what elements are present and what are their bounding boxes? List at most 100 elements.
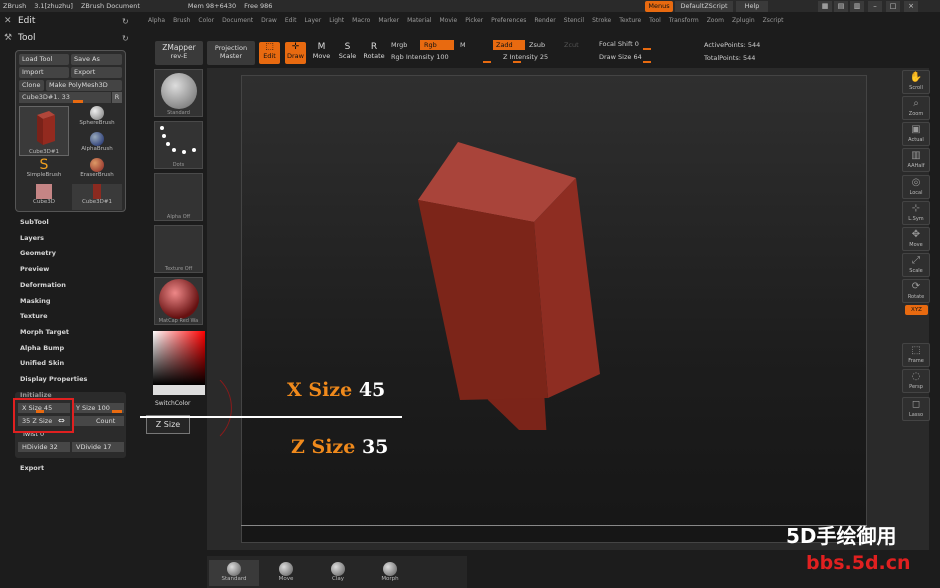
zadd-button[interactable]: Zadd — [493, 40, 525, 50]
color-picker[interactable] — [153, 331, 205, 385]
menu-item-zscript[interactable]: Zscript — [763, 17, 784, 24]
scale-mode-button[interactable]: S Scale — [337, 42, 358, 64]
right-tool-lasso[interactable]: ◻ Lasso — [902, 397, 930, 421]
matcap-material[interactable]: MatCap Red Wa — [154, 277, 203, 325]
zmapper-button[interactable]: ZMapper rev-E — [155, 41, 203, 65]
brush-standard[interactable]: Standard — [209, 560, 259, 586]
right-tool-local[interactable]: ◎ Local — [902, 175, 930, 199]
menu-item-stencil[interactable]: Stencil — [564, 17, 584, 24]
tool-thumb-cube-copy[interactable]: Cube3D#1 — [72, 184, 122, 210]
subpalette-geometry[interactable]: Geometry — [20, 249, 56, 257]
brush-morph[interactable]: Morph — [365, 560, 415, 586]
rgb-button[interactable]: Rgb — [420, 40, 454, 50]
mrgb-button[interactable]: Mrgb — [391, 41, 407, 49]
help-button[interactable]: Help — [736, 1, 768, 12]
rotate-mode-button[interactable]: R Rotate — [363, 42, 385, 64]
tool-thumb-current[interactable]: Cube3D#1 — [19, 106, 69, 156]
layout-icon[interactable]: ▦ — [818, 1, 832, 12]
menu-item-transform[interactable]: Transform — [669, 17, 699, 24]
menu-item-marker[interactable]: Marker — [378, 17, 399, 24]
subpalette-morph-target[interactable]: Morph Target — [20, 328, 69, 336]
make-polymesh-button[interactable]: Make PolyMesh3D — [46, 80, 122, 91]
layout3-icon[interactable]: ▥ — [850, 1, 864, 12]
subpalette-deformation[interactable]: Deformation — [20, 281, 66, 289]
menu-item-alpha[interactable]: Alpha — [148, 17, 165, 24]
brush-clay[interactable]: Clay — [313, 560, 363, 586]
default-zscript-button[interactable]: DefaultZScript — [675, 1, 733, 12]
tool-thumb-sphere[interactable]: SphereBrush — [72, 106, 122, 130]
texture-off-slot[interactable]: Texture Off — [154, 225, 203, 273]
menu-item-zoom[interactable]: Zoom — [707, 17, 724, 24]
subpalette-subtool[interactable]: SubTool — [20, 218, 49, 226]
subpalette-texture[interactable]: Texture — [20, 312, 48, 320]
palette-pin-icon[interactable]: ↻ — [122, 34, 129, 43]
material-standard[interactable]: Standard — [154, 69, 203, 117]
subpalette-preview[interactable]: Preview — [20, 265, 49, 273]
right-tool-move[interactable]: ✥ Move — [902, 227, 930, 251]
stroke-dots[interactable]: Dots — [154, 121, 203, 169]
alpha-off-slot[interactable]: Alpha Off — [154, 173, 203, 221]
subpalette-masking[interactable]: Masking — [20, 297, 51, 305]
minimize-icon[interactable]: – — [868, 1, 882, 12]
tool-thumb-eraser[interactable]: EraserBrush — [72, 158, 122, 182]
right-tool-rotate[interactable]: ⟳ Rotate — [902, 279, 930, 303]
cube-model[interactable] — [400, 130, 610, 430]
slider-knob[interactable] — [483, 61, 491, 63]
r-button[interactable]: R — [112, 92, 122, 103]
import-button[interactable]: Import — [19, 67, 69, 78]
menu-item-light[interactable]: Light — [329, 17, 344, 24]
menu-item-picker[interactable]: Picker — [465, 17, 483, 24]
edit-palette-header[interactable]: ✕ Edit ↻ — [4, 16, 129, 26]
menu-item-draw[interactable]: Draw — [261, 17, 277, 24]
right-tool-zoom[interactable]: ⌕ Zoom — [902, 96, 930, 120]
edit-mode-button[interactable]: ⬚ Edit — [259, 42, 280, 64]
tool-thumb-alpha[interactable]: AlphaBrush — [72, 132, 122, 156]
menu-item-macro[interactable]: Macro — [352, 17, 370, 24]
maximize-icon[interactable]: □ — [886, 1, 900, 12]
tool-thumb-simple[interactable]: S SimpleBrush — [19, 158, 69, 182]
hdivide-slider[interactable]: HDivide 32 — [18, 442, 70, 452]
slider-knob[interactable] — [643, 61, 651, 63]
load-tool-button[interactable]: Load Tool — [19, 54, 69, 65]
projection-master-button[interactable]: Projection Master — [207, 41, 255, 65]
slider-knob[interactable] — [513, 61, 521, 63]
slider-knob[interactable] — [643, 48, 651, 50]
tool-palette-header[interactable]: ⚒ Tool ↻ — [4, 33, 129, 43]
subpalette-layers[interactable]: Layers — [20, 234, 44, 242]
menu-item-render[interactable]: Render — [534, 17, 555, 24]
subpalette-unified-skin[interactable]: Unified Skin — [20, 359, 64, 367]
right-tool-scale[interactable]: ⤢ Scale — [902, 253, 930, 277]
export-subpalette[interactable]: Export — [20, 464, 44, 472]
right-tool-aahalf[interactable]: ▥ AAHalf — [902, 148, 930, 172]
draw-size-slider[interactable]: Draw Size 64 — [599, 53, 691, 63]
menu-item-movie[interactable]: Movie — [439, 17, 457, 24]
menu-item-stroke[interactable]: Stroke — [592, 17, 611, 24]
menu-item-preferences[interactable]: Preferences — [491, 17, 526, 24]
menu-item-texture[interactable]: Texture — [619, 17, 641, 24]
right-tool-frame[interactable]: ⬚ Frame — [902, 343, 930, 367]
menu-item-edit[interactable]: Edit — [285, 17, 297, 24]
export-button[interactable]: Export — [71, 67, 122, 78]
right-tool-actual[interactable]: ▣ Actual — [902, 122, 930, 146]
menu-item-material[interactable]: Material — [407, 17, 431, 24]
right-tool-scroll[interactable]: ✋ Scroll — [902, 70, 930, 94]
rgb-intensity-slider[interactable]: Rgb Intensity 100 — [391, 53, 491, 63]
move-mode-button[interactable]: M Move — [311, 42, 332, 64]
count-slider[interactable]: Count — [72, 416, 124, 426]
right-tool-lsym[interactable]: ⊹ L.Sym — [902, 201, 930, 225]
tool-thumb-cube[interactable]: Cube3D — [19, 184, 69, 210]
m-button[interactable]: M — [460, 41, 466, 49]
right-tool-persp[interactable]: ◌ Persp — [902, 369, 930, 393]
subpalette-alpha-bump[interactable]: Alpha Bump — [20, 344, 64, 352]
menu-item-color[interactable]: Color — [198, 17, 214, 24]
subpalette-display-properties[interactable]: Display Properties — [20, 375, 87, 383]
menu-item-brush[interactable]: Brush — [173, 17, 190, 24]
save-as-button[interactable]: Save As — [71, 54, 122, 65]
layout2-icon[interactable]: ▤ — [834, 1, 848, 12]
menu-item-layer[interactable]: Layer — [304, 17, 321, 24]
vdivide-slider[interactable]: VDivide 17 — [72, 442, 124, 452]
clone-button[interactable]: Clone — [19, 80, 44, 91]
focal-shift-slider[interactable]: Focal Shift 0 — [599, 40, 691, 50]
palette-pin-icon[interactable]: ↻ — [122, 17, 129, 26]
z-intensity-slider[interactable]: Z Intensity 25 — [503, 53, 591, 63]
